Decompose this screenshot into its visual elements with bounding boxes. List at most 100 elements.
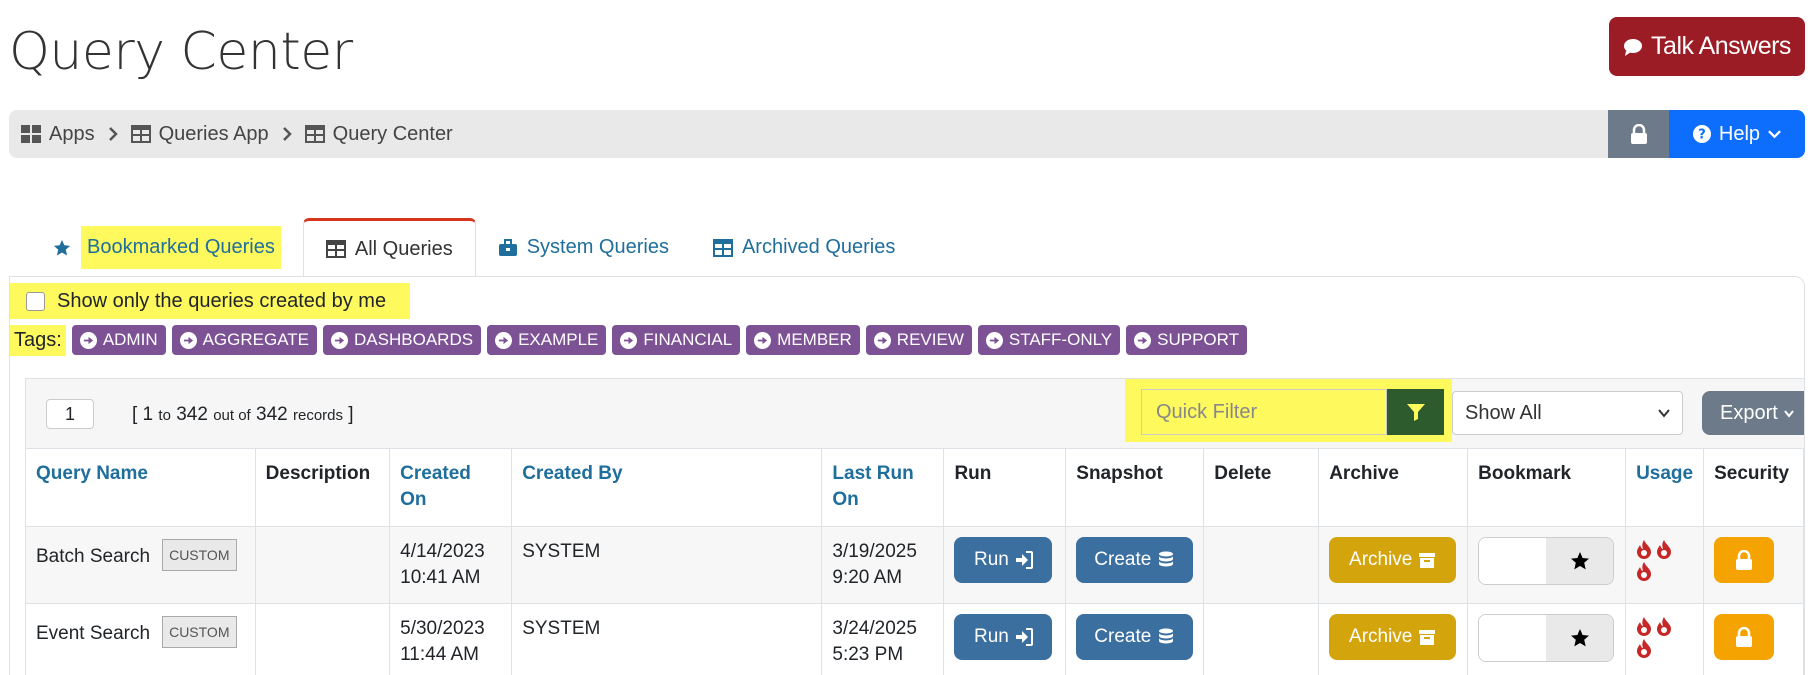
arrow-circle-right-icon [79,331,97,349]
records-outof: out of [213,407,251,424]
tag-dashboards[interactable]: DASHBOARDS [323,325,482,355]
show-mine-toggle[interactable]: Show only the queries created by me [10,283,410,319]
usage-indicator [1636,616,1680,658]
bookmark-cell [1467,603,1627,675]
description-cell [255,603,391,675]
grid-icon [21,125,41,143]
quick-filter-input[interactable]: Quick Filter [1141,389,1387,435]
col-run: Run [943,449,1067,527]
col-created-by[interactable]: Created By [511,449,823,527]
query-name-link[interactable]: Event Search [36,623,150,644]
lock-icon [1736,549,1753,570]
tab-system-queries[interactable]: System Queries [476,218,691,277]
created-time: 10:41 AM [400,566,481,588]
tag-list: ADMIN AGGREGATE DASHBOARDS EXAMPLE FINANCIAL… [71,325,1247,355]
show-all-select[interactable]: Show All [1452,391,1683,435]
tag-label: DASHBOARDS [354,330,474,349]
col-query-name[interactable]: Query Name [26,449,256,527]
archive-button[interactable]: Archive [1329,613,1457,660]
fire-icon [1637,561,1652,581]
custom-badge: CUSTOM [162,615,237,648]
tab-bookmarked-queries[interactable]: Bookmarked Queries [30,218,303,277]
tag-aggregate[interactable]: AGGREGATE [171,325,318,355]
question-circle-icon: ? [1692,125,1711,143]
bookmark-toggle-on[interactable] [1546,614,1614,661]
security-cell [1703,603,1804,675]
database-icon [1159,551,1174,566]
col-last-run-on[interactable]: Last Run On [821,449,945,527]
query-name-link[interactable]: Batch Search [36,546,150,567]
bookmark-toggle-off[interactable] [1479,537,1547,584]
page-number-input[interactable]: 1 [46,399,94,429]
records-close: ] [348,404,354,425]
last-run-cell: 3/24/2025 5:23 PM [821,603,945,675]
create-snapshot-button[interactable]: Create [1076,613,1194,660]
tags-row: Tags: ADMIN AGGREGATE DASHBOARDS EXAMPLE FIN… [10,322,1247,358]
help-label: Help [1718,122,1761,145]
col-snapshot: Snapshot [1065,449,1205,527]
tag-review[interactable]: REVIEW [865,325,972,355]
tab-label: System Queries [526,236,669,258]
breadcrumb-label: Query Center [332,122,453,145]
tab-all-queries[interactable]: All Queries [302,218,476,277]
show-select-value: Show All [1465,401,1542,424]
bookmark-toggle[interactable] [1478,536,1615,585]
filter-button[interactable] [1387,389,1444,435]
tag-example[interactable]: EXAMPLE [487,325,607,355]
archive-button[interactable]: Archive [1329,536,1457,583]
bookmark-toggle[interactable] [1478,613,1615,662]
bookmark-toggle-on[interactable] [1546,537,1614,584]
col-created-on[interactable]: Created On [389,449,513,527]
breadcrumb-item-apps[interactable]: Apps [21,123,95,146]
breadcrumb-item-queries-app[interactable]: Queries App [130,123,269,146]
lock-icon [1736,626,1753,647]
run-cell: Run [943,526,1067,604]
chevron-down-icon [1658,409,1670,418]
chevron-down-icon [1784,410,1794,418]
archive-icon [1419,552,1436,568]
lock-button[interactable] [1608,110,1669,158]
export-button[interactable]: Export [1702,391,1804,435]
fire-icon [1637,539,1652,559]
arrow-circle-right-icon [620,331,638,349]
security-cell [1703,526,1804,604]
archive-label: Archive [1349,548,1413,570]
run-button[interactable]: Run [954,613,1053,660]
delete-cell [1203,526,1320,604]
breadcrumb-item-query-center[interactable]: Query Center [304,122,453,146]
talk-answers-button[interactable]: Talk Answers [1609,17,1805,76]
breadcrumb-label: Apps [49,122,95,145]
arrow-circle-right-icon [754,331,772,349]
tag-support[interactable]: SUPPORT [1126,325,1247,355]
run-button[interactable]: Run [954,536,1053,583]
usage-cell [1625,603,1705,675]
help-button[interactable]: ? Help [1669,110,1805,158]
page-title: Query Center [9,22,353,82]
archive-cell: Archive [1318,603,1469,675]
last-run-date: 3/19/2025 [832,540,917,562]
chevron-right-icon [282,127,292,141]
tag-staff-only[interactable]: STAFF-ONLY [977,325,1121,355]
tag-admin[interactable]: ADMIN [71,325,166,355]
tag-member[interactable]: MEMBER [746,325,860,355]
security-button[interactable] [1714,613,1775,660]
col-usage[interactable]: Usage [1625,449,1705,527]
create-snapshot-button[interactable]: Create [1076,536,1194,583]
security-button[interactable] [1714,536,1775,583]
run-label: Run [974,625,1009,647]
create-label: Create [1094,548,1152,570]
arrow-circle-right-icon [179,331,197,349]
star-icon [1570,551,1589,569]
show-mine-checkbox[interactable] [26,291,45,311]
last-run-cell: 3/19/2025 9:20 AM [821,526,945,604]
tag-financial[interactable]: FINANCIAL [612,325,741,355]
snapshot-cell: Create [1065,526,1205,604]
bookmark-cell [1467,526,1627,604]
delete-cell [1203,603,1320,675]
talk-answers-label: Talk Answers [1651,32,1791,60]
tab-archived-queries[interactable]: Archived Queries [691,218,917,277]
bookmark-toggle-off[interactable] [1479,614,1547,661]
records-end: 342 [176,404,208,425]
filter-icon [1406,404,1425,421]
sign-in-icon [1015,627,1033,646]
